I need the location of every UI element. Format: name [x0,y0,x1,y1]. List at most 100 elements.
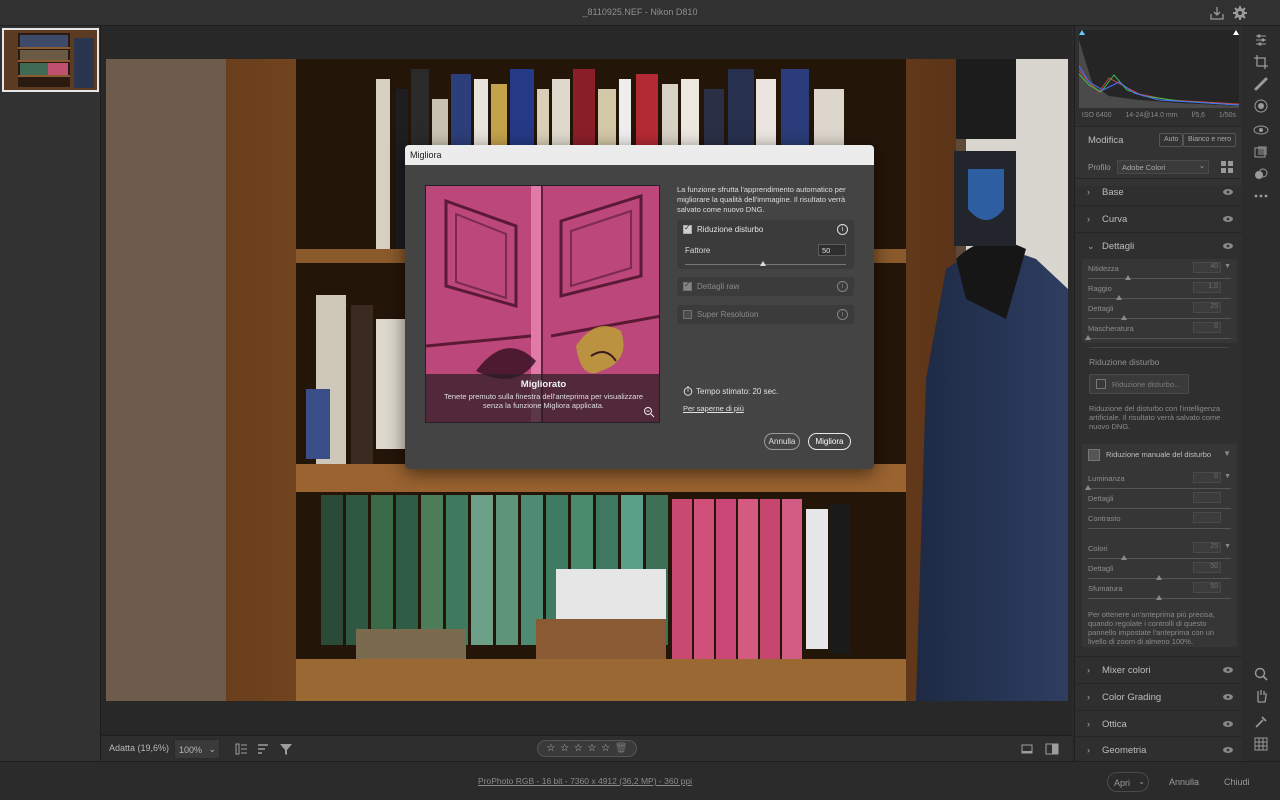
before-after-icon[interactable] [1044,741,1060,757]
open-button[interactable]: Apri ⌄ [1107,772,1149,792]
filmstrip-thumbnail[interactable] [2,28,99,92]
raw-details-checkbox[interactable] [683,280,692,291]
triangle-down-icon[interactable]: ▼ [1224,473,1231,480]
enhance-preview[interactable]: Migliorato Tenete premuto sulla finestra… [425,185,660,423]
cancel-button[interactable]: Annulla [1163,772,1205,792]
eye-icon[interactable] [1223,242,1233,250]
slider-value[interactable] [1193,492,1221,503]
grid-icon[interactable] [1253,736,1269,752]
triangle-down-icon[interactable]: ▼ [1224,543,1231,550]
info-icon[interactable]: i [837,281,848,292]
edit-sliders-icon[interactable] [1253,32,1269,48]
slider-handle[interactable] [1125,275,1131,280]
slider-track[interactable] [1088,278,1231,279]
slider-track[interactable] [1088,558,1231,559]
slider-contrasto[interactable]: Contrasto [1088,512,1231,534]
mask-icon[interactable] [1253,98,1269,114]
info-icon[interactable]: i [837,309,848,320]
slider-mascheratura[interactable]: Mascheratura 0 [1085,322,1231,344]
star-rating[interactable]: ☆ ☆ ☆ ☆ ☆ 🗑 [537,740,637,757]
star-icon[interactable]: ☆ [560,743,569,754]
eye-icon[interactable] [1223,188,1233,196]
workflow-options-link[interactable]: ProPhoto RGB - 16 bit - 7360 x 4912 (36,… [0,776,1170,786]
close-button[interactable]: Chiudi [1218,772,1256,792]
snapshots-icon[interactable] [1253,144,1269,160]
section-ottica[interactable]: › Ottica [1075,710,1242,736]
slider-track[interactable] [1088,298,1231,299]
section-grading[interactable]: › Color Grading [1075,683,1242,709]
triangle-down-icon[interactable]: ▼ [1224,263,1231,270]
info-icon[interactable]: i [837,224,848,235]
trash-icon[interactable]: 🗑 [615,743,628,754]
ai-denoise-button[interactable]: Riduzione disturbo... [1089,374,1189,394]
section-base[interactable]: › Base [1075,178,1242,204]
presets-icon[interactable] [1253,166,1269,182]
slider-dettagli[interactable]: Dettagli 25 [1088,302,1231,324]
learn-more-link[interactable]: Per saperne di più [683,404,744,413]
slider-value[interactable]: 25 [1193,542,1221,553]
slider-handle[interactable] [1121,555,1127,560]
slider-handle[interactable] [1156,575,1162,580]
slider-track[interactable] [1088,338,1231,339]
slider-value[interactable]: 40 [1193,262,1221,273]
gear-icon[interactable] [1231,4,1249,22]
eyedropper-icon[interactable] [1253,714,1269,730]
profile-browser-icon[interactable] [1220,160,1234,174]
auto-button[interactable]: Auto [1159,133,1184,147]
slider-value[interactable]: 1,0 [1193,282,1221,293]
super-resolution-checkbox[interactable] [683,310,692,319]
red-eye-icon[interactable] [1253,122,1269,138]
slider-value[interactable]: 25 [1193,302,1221,313]
slider-track[interactable] [1088,528,1231,529]
slider-handle[interactable] [1116,295,1122,300]
hand-icon[interactable] [1253,688,1269,704]
section-mixer[interactable]: › Mixer colori [1075,656,1242,682]
slider-luminance-detail[interactable]: Dettagli [1088,492,1231,514]
slider-sfumatura[interactable]: Sfumatura 50 [1088,582,1231,604]
sort-icon[interactable] [255,741,271,757]
eye-icon[interactable] [1223,666,1233,674]
slider-value[interactable]: 50 [1193,562,1221,573]
zoom-fit-button[interactable]: Adatta (19,6%) [105,739,173,759]
eye-icon[interactable] [1223,215,1233,223]
factor-value[interactable]: 50 [818,244,846,256]
slider-nitidezza[interactable]: Nitidezza 40 ▼ [1088,262,1231,284]
star-icon[interactable]: ☆ [601,743,610,754]
zoom-out-icon[interactable] [643,406,655,418]
eye-icon[interactable] [1223,693,1233,701]
slider-track[interactable] [1088,508,1231,509]
triangle-down-icon[interactable]: ▼ [1223,449,1231,458]
section-curva[interactable]: › Curva [1075,205,1242,231]
section-geometria[interactable]: › Geometria [1075,736,1242,761]
slider-track[interactable] [1088,318,1231,319]
slider-value[interactable] [1193,512,1221,523]
slider-color-detail[interactable]: Dettagli 50 [1088,562,1231,584]
star-icon[interactable]: ☆ [574,743,583,754]
slider-value[interactable]: 0 [1193,322,1221,333]
eye-icon[interactable] [1223,720,1233,728]
slider-luminanza[interactable]: Luminanza 0 ▼ [1085,472,1231,494]
view-mode-icon[interactable] [1019,741,1035,757]
slider-colori[interactable]: Colori 25 ▼ [1088,542,1231,564]
star-icon[interactable]: ☆ [587,743,596,754]
star-icon[interactable]: ☆ [546,743,555,754]
noise-reduction-checkbox[interactable] [683,223,692,234]
save-icon[interactable] [1208,4,1226,22]
filter-icon[interactable] [278,741,294,757]
slider-handle[interactable] [1085,335,1091,340]
slider-value[interactable]: 0 [1193,472,1221,483]
factor-slider-handle[interactable] [760,261,766,266]
slider-handle[interactable] [1085,485,1091,490]
healing-icon[interactable] [1253,76,1269,92]
slider-value[interactable]: 50 [1193,582,1221,593]
section-dettagli[interactable]: ⌄ Dettagli [1075,232,1242,258]
zoom-icon[interactable] [1253,666,1269,682]
crop-icon[interactable] [1253,54,1269,70]
chevron-down-icon[interactable]: ⌄ [1138,777,1145,786]
zoom-level-select[interactable]: 100% ⌄ [174,739,220,759]
dialog-cancel-button[interactable]: Annulla [764,433,800,450]
slider-track[interactable] [1088,488,1231,489]
slider-handle[interactable] [1121,315,1127,320]
profile-select[interactable]: Adobe Colori ⌄ [1117,160,1209,174]
slider-handle[interactable] [1156,595,1162,600]
